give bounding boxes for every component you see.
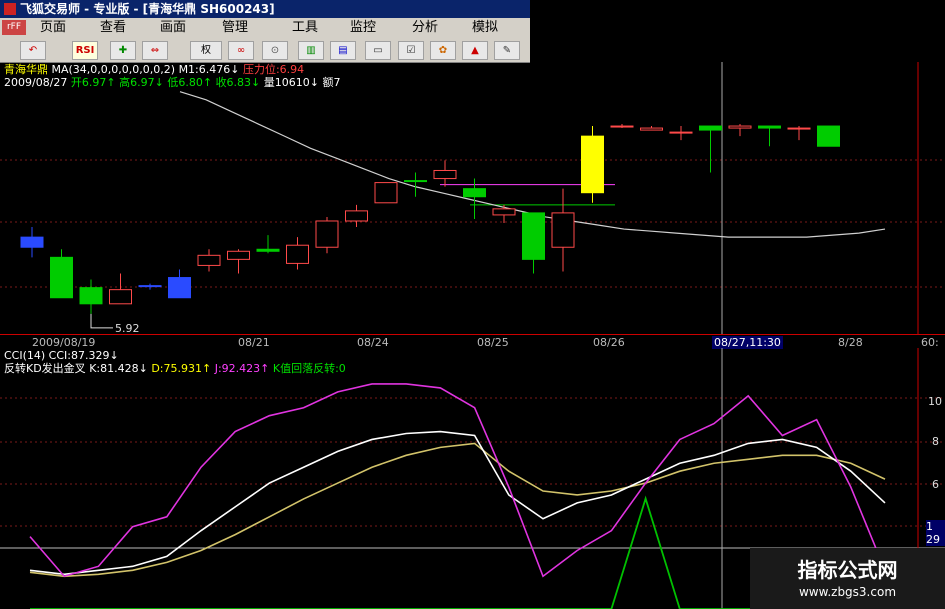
glasses-icon[interactable]: ∞: [228, 41, 254, 60]
candle: [758, 125, 781, 129]
candle: [640, 127, 663, 131]
menu-page[interactable]: 页面: [40, 18, 66, 38]
candle: [433, 169, 457, 180]
menu-monitor[interactable]: 监控: [350, 18, 376, 38]
menu-simulate[interactable]: 模拟: [472, 18, 498, 38]
candle: [315, 220, 339, 248]
candle: [669, 131, 693, 134]
candle: [286, 244, 309, 264]
candle: [168, 277, 191, 299]
cross-icon[interactable]: ✚: [110, 41, 136, 60]
arrows-icon[interactable]: ⇔: [142, 41, 168, 60]
stats-icon[interactable]: ▤: [330, 41, 356, 60]
rights-button[interactable]: 权: [190, 41, 222, 60]
tools-icon[interactable]: ✎: [494, 41, 520, 60]
candle: [463, 188, 486, 198]
candle: [817, 125, 840, 147]
candle: [787, 127, 811, 130]
menu-view[interactable]: 查看: [100, 18, 126, 38]
date-axis: 2009/08/19 08/21 08/24 08/25 08/26 08/27…: [0, 334, 945, 349]
menu-analysis[interactable]: 分析: [412, 18, 438, 38]
watermark-title: 指标公式网: [797, 558, 898, 582]
candle: [197, 254, 221, 266]
candle: [20, 236, 44, 248]
toolbar: ↶ RSI ✚ ⇔ 权 ∞ ⊙ ▥ ▤ ▭ ☑ ✿ ▲ ✎: [0, 38, 530, 63]
ind-badge: 1: [926, 520, 945, 533]
ind-badge: 29: [926, 533, 945, 546]
checklist-icon[interactable]: ☑: [398, 41, 424, 60]
low-marker-line: [90, 313, 113, 329]
candle: [404, 180, 427, 183]
candle: [551, 212, 575, 248]
candle: [138, 285, 162, 288]
watermark: 指标公式网 www.zbgs3.com: [750, 548, 945, 609]
candle: [699, 125, 722, 131]
candle: [522, 212, 545, 260]
alarm-icon[interactable]: ▲: [462, 41, 488, 60]
chart-icon[interactable]: ▥: [298, 41, 324, 60]
candle: [581, 135, 604, 194]
menubar: rFF 页面 查看 画面 管理 工具 监控 分析 模拟: [0, 18, 530, 38]
ind-tick: 10: [928, 395, 942, 408]
candle: [109, 289, 132, 305]
book-icon[interactable]: ▭: [365, 41, 391, 60]
menu-screen[interactable]: 画面: [160, 18, 186, 38]
low-marker-label: 5.92: [115, 322, 140, 334]
candle: [50, 256, 73, 299]
candle: [227, 250, 250, 260]
watermark-url: www.zbgs3.com: [798, 585, 897, 599]
menu-manage[interactable]: 管理: [222, 18, 248, 38]
candle: [345, 210, 368, 222]
ind-tick: 8: [932, 435, 939, 448]
palette-icon[interactable]: ✿: [430, 41, 456, 60]
app-icon: [4, 3, 16, 15]
app-logo[interactable]: rFF: [2, 20, 26, 35]
candle: [728, 125, 752, 129]
candle: [256, 248, 280, 252]
candle: [79, 287, 103, 305]
candle: [492, 208, 516, 216]
candlestick-chart[interactable]: 5.92: [0, 62, 945, 334]
binoculars-icon[interactable]: ⊙: [262, 41, 288, 60]
window-title: 飞狐交易师 - 专业版 - [青海华鼎 SH600243]: [20, 2, 275, 16]
window-titlebar: 飞狐交易师 - 专业版 - [青海华鼎 SH600243]: [0, 0, 530, 18]
back-arrow-icon[interactable]: ↶: [20, 41, 46, 60]
menu-tools[interactable]: 工具: [292, 18, 318, 38]
ind-tick: 6: [932, 478, 939, 491]
rsi-button[interactable]: RSI: [72, 41, 98, 60]
candle: [610, 125, 634, 128]
candle: [374, 182, 398, 204]
